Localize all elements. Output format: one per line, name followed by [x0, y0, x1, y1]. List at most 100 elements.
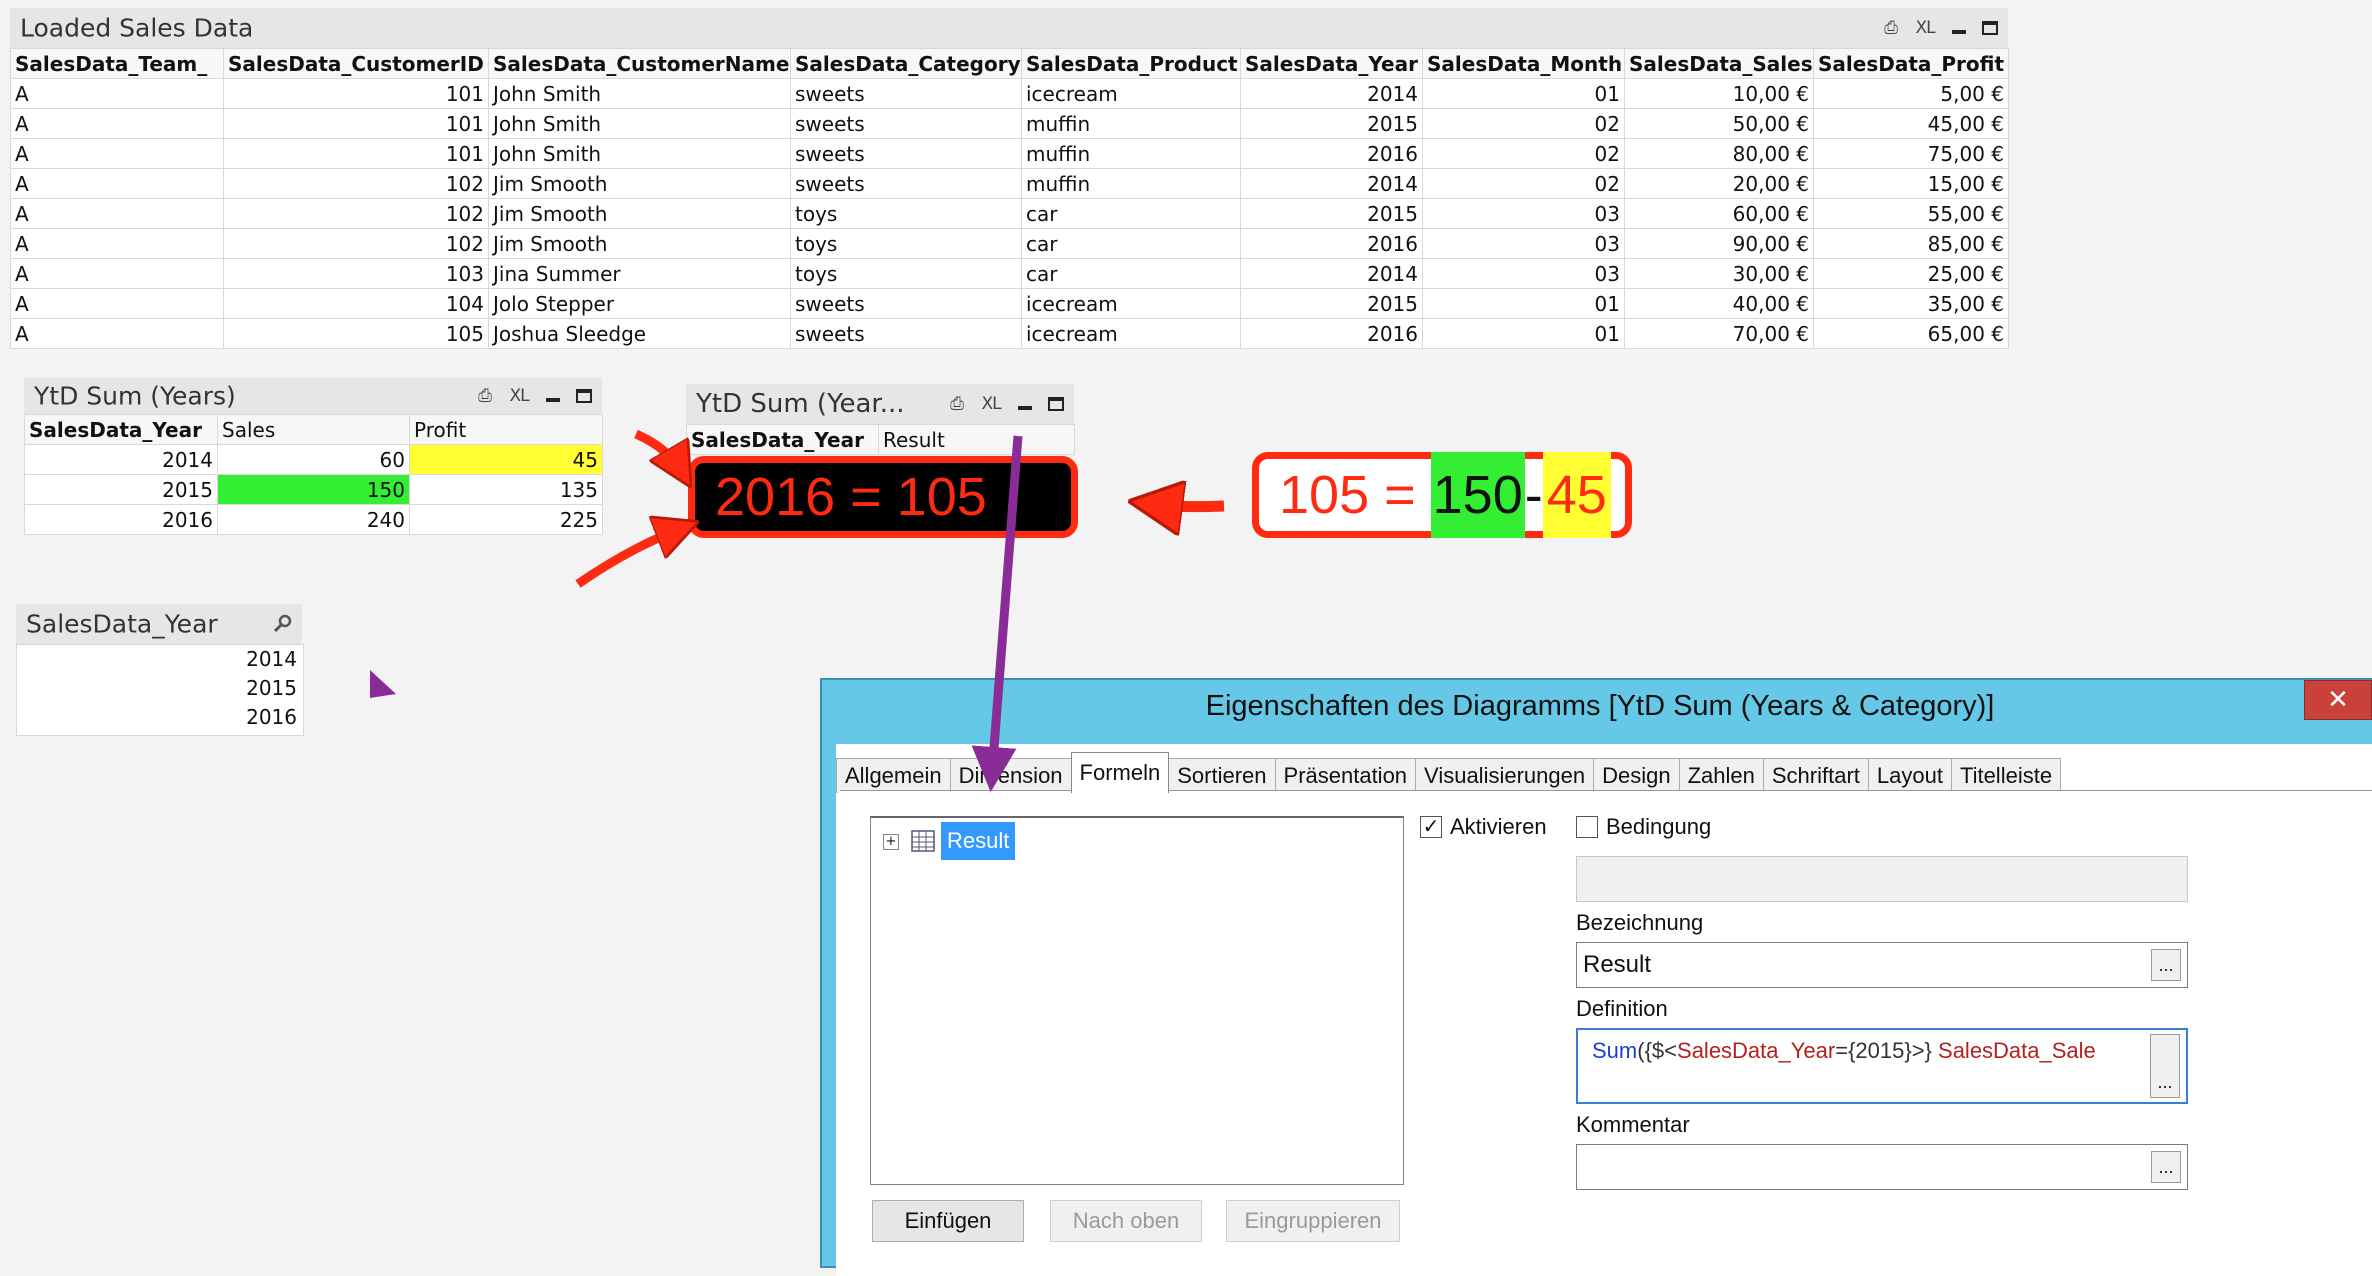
- table-cell[interactable]: 2016: [24, 504, 218, 535]
- listbox-item[interactable]: 2015: [17, 674, 303, 703]
- table-cell[interactable]: 2014: [1240, 78, 1423, 109]
- table-cell[interactable]: 70,00 €: [1624, 318, 1814, 349]
- column-header[interactable]: SalesData_Year: [24, 414, 218, 445]
- table-cell[interactable]: 01: [1422, 78, 1625, 109]
- minimize-icon[interactable]: [1014, 393, 1036, 415]
- maximize-icon[interactable]: [576, 389, 592, 403]
- minimize-icon[interactable]: [1948, 17, 1970, 39]
- table-cell[interactable]: 2016: [1240, 228, 1423, 259]
- tab-pr-sentation[interactable]: Präsentation: [1274, 758, 1417, 793]
- table-cell[interactable]: A: [10, 138, 224, 169]
- table-cell[interactable]: 03: [1422, 228, 1625, 259]
- table-cell[interactable]: 60,00 €: [1624, 198, 1814, 229]
- table-cell[interactable]: 50,00 €: [1624, 108, 1814, 139]
- table-cell[interactable]: John Smith: [488, 108, 791, 139]
- table-cell[interactable]: 135: [409, 474, 603, 505]
- search-icon[interactable]: [272, 612, 294, 634]
- table-cell[interactable]: John Smith: [488, 78, 791, 109]
- column-header[interactable]: SalesData_Year: [1240, 48, 1423, 79]
- column-header[interactable]: Sales: [217, 414, 410, 445]
- column-header[interactable]: SalesData_Team_: [10, 48, 224, 79]
- table-cell[interactable]: 102: [223, 198, 489, 229]
- table-cell[interactable]: 5,00 €: [1813, 78, 2009, 109]
- table-cell[interactable]: Jolo Stepper: [488, 288, 791, 319]
- listbox-item[interactable]: 2014: [17, 645, 303, 674]
- table-cell[interactable]: Joshua Sleedge: [488, 318, 791, 349]
- tree-item-result[interactable]: Result: [941, 822, 1016, 860]
- table-cell[interactable]: muffin: [1021, 108, 1241, 139]
- highlighted-sales-cell[interactable]: 150: [217, 474, 410, 505]
- table-cell[interactable]: toys: [790, 258, 1022, 289]
- comment-field[interactable]: ...: [1576, 1144, 2188, 1190]
- column-header[interactable]: SalesData_CustomerName: [488, 48, 791, 79]
- condition-field[interactable]: [1576, 856, 2188, 902]
- comment-edit-button[interactable]: ...: [2151, 1151, 2181, 1183]
- table-cell[interactable]: muffin: [1021, 168, 1241, 199]
- loaded-sales-caption[interactable]: Loaded Sales Data ⎙ XL: [10, 8, 2008, 48]
- table-cell[interactable]: 60: [217, 444, 410, 475]
- listbox-item[interactable]: 2016: [17, 703, 303, 732]
- name-field[interactable]: Result ...: [1576, 942, 2188, 988]
- definition-field[interactable]: Sum({$<SalesData_Year={2015}>} SalesData…: [1576, 1028, 2188, 1104]
- table-cell[interactable]: 225: [409, 504, 603, 535]
- table-cell[interactable]: toys: [790, 198, 1022, 229]
- name-edit-button[interactable]: ...: [2151, 949, 2181, 981]
- table-cell[interactable]: 90,00 €: [1624, 228, 1814, 259]
- table-cell[interactable]: John Smith: [488, 138, 791, 169]
- table-cell[interactable]: 10,00 €: [1624, 78, 1814, 109]
- table-cell[interactable]: Jina Summer: [488, 258, 791, 289]
- column-header[interactable]: SalesData_CustomerID: [223, 48, 489, 79]
- table-cell[interactable]: 03: [1422, 198, 1625, 229]
- column-header[interactable]: SalesData_Category: [790, 48, 1022, 79]
- column-header[interactable]: SalesData_Year: [686, 424, 879, 455]
- year-listbox-caption[interactable]: SalesData_Year: [16, 604, 302, 644]
- year-listbox[interactable]: 2014 2015 2016: [16, 644, 304, 736]
- print-icon[interactable]: ⎙: [474, 385, 496, 407]
- excel-icon[interactable]: XL: [980, 393, 1002, 415]
- table-cell[interactable]: 2015: [24, 474, 218, 505]
- chart-properties-dialog[interactable]: Eigenschaften des Diagramms [YtD Sum (Ye…: [820, 678, 2372, 1276]
- tab-visualisierungen[interactable]: Visualisierungen: [1415, 758, 1595, 793]
- table-cell[interactable]: sweets: [790, 138, 1022, 169]
- move-up-button[interactable]: Nach oben: [1050, 1200, 1202, 1242]
- table-cell[interactable]: 104: [223, 288, 489, 319]
- ytd-category-caption[interactable]: YtD Sum (Year... ⎙ XL: [686, 384, 1074, 424]
- insert-button[interactable]: Einfügen: [872, 1200, 1024, 1242]
- table-cell[interactable]: 240: [217, 504, 410, 535]
- print-icon[interactable]: ⎙: [1880, 17, 1902, 39]
- table-cell[interactable]: 102: [223, 228, 489, 259]
- tab-formeln[interactable]: Formeln: [1070, 752, 1170, 793]
- maximize-icon[interactable]: [1048, 397, 1064, 411]
- table-cell[interactable]: 2014: [1240, 168, 1423, 199]
- excel-icon[interactable]: XL: [1914, 17, 1936, 39]
- expand-icon[interactable]: +: [883, 834, 899, 850]
- table-cell[interactable]: car: [1021, 198, 1241, 229]
- activate-checkbox[interactable]: ✓: [1420, 816, 1442, 838]
- close-icon[interactable]: ✕: [2304, 680, 2372, 720]
- table-cell[interactable]: Jim Smooth: [488, 168, 791, 199]
- table-cell[interactable]: 80,00 €: [1624, 138, 1814, 169]
- table-cell[interactable]: Jim Smooth: [488, 198, 791, 229]
- table-cell[interactable]: sweets: [790, 78, 1022, 109]
- column-header[interactable]: SalesData_Product: [1021, 48, 1241, 79]
- table-cell[interactable]: 2016: [1240, 318, 1423, 349]
- table-cell[interactable]: toys: [790, 228, 1022, 259]
- table-cell[interactable]: 02: [1422, 168, 1625, 199]
- group-button[interactable]: Eingruppieren: [1226, 1200, 1400, 1242]
- table-cell[interactable]: car: [1021, 258, 1241, 289]
- definition-edit-button[interactable]: ...: [2150, 1034, 2180, 1098]
- highlighted-profit-cell[interactable]: 45: [409, 444, 603, 475]
- table-cell[interactable]: 102: [223, 168, 489, 199]
- table-cell[interactable]: 85,00 €: [1813, 228, 2009, 259]
- table-cell[interactable]: 2015: [1240, 108, 1423, 139]
- table-cell[interactable]: sweets: [790, 108, 1022, 139]
- table-cell[interactable]: 01: [1422, 318, 1625, 349]
- table-cell[interactable]: 101: [223, 78, 489, 109]
- table-cell[interactable]: 01: [1422, 288, 1625, 319]
- tab-allgemein[interactable]: Allgemein: [836, 758, 951, 793]
- minimize-icon[interactable]: [542, 385, 564, 407]
- table-cell[interactable]: A: [10, 228, 224, 259]
- table-cell[interactable]: 2015: [1240, 198, 1423, 229]
- column-header[interactable]: SalesData_Sales: [1624, 48, 1814, 79]
- condition-checkbox[interactable]: [1576, 816, 1598, 838]
